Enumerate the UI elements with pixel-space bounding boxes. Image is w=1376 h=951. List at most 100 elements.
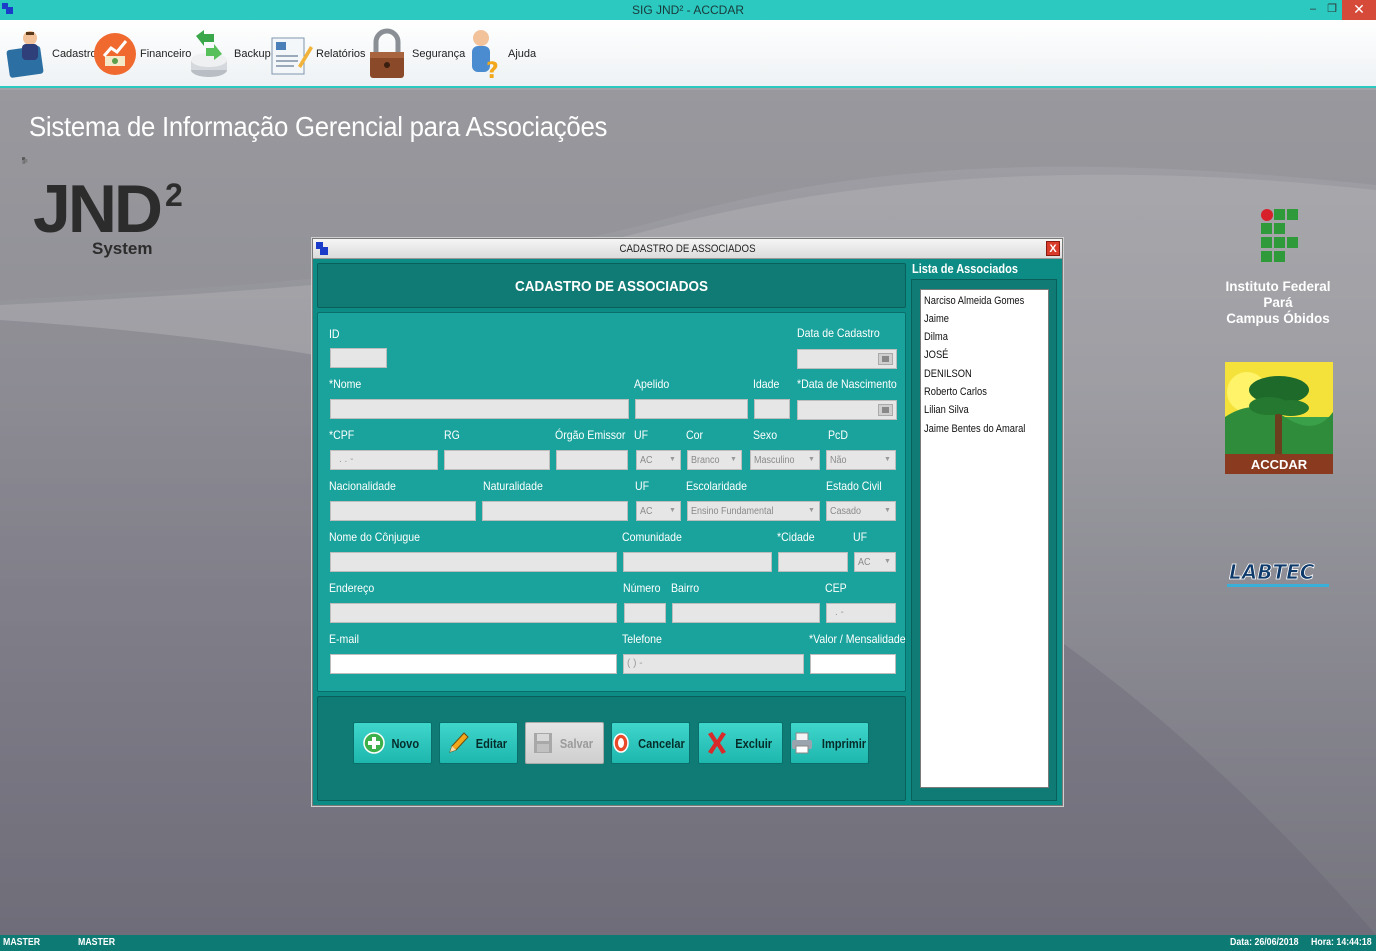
- list-item[interactable]: Dilma: [924, 331, 948, 343]
- jnd-logo-superscript: 2: [165, 177, 183, 213]
- editar-button[interactable]: Editar: [439, 722, 518, 764]
- uf-label: UF: [853, 530, 868, 544]
- sexo-value: Masculino: [754, 455, 795, 466]
- dialog-close-button[interactable]: X: [1046, 241, 1060, 256]
- sexo-select[interactable]: Masculino ▼: [750, 450, 820, 470]
- calendar-icon[interactable]: [878, 404, 893, 416]
- toolbar-item-seguranca[interactable]: Segurança: [364, 24, 465, 84]
- endereco-field[interactable]: [330, 603, 617, 623]
- padlock-icon: [370, 28, 404, 78]
- toolbar-item-cadastro[interactable]: Cadastro: [4, 24, 97, 84]
- labtec-logo: LABTEC: [1227, 560, 1329, 587]
- excluir-button[interactable]: Excluir: [698, 722, 783, 764]
- close-button[interactable]: ✕: [1342, 0, 1376, 20]
- sexo-label: Sexo: [753, 428, 778, 442]
- floppy-disk-icon: [533, 733, 552, 753]
- list-item[interactable]: Jaime: [924, 313, 949, 325]
- uf-value: AC: [640, 455, 653, 466]
- list-item[interactable]: Roberto Carlos: [924, 386, 987, 398]
- imprimir-button[interactable]: Imprimir: [790, 722, 869, 764]
- email-label: E-mail: [329, 632, 359, 646]
- minimize-button[interactable]: ‒: [1303, 0, 1323, 20]
- list-item[interactable]: Lilian Silva: [924, 404, 969, 416]
- list-item[interactable]: DENILSON: [924, 368, 972, 380]
- bairro-label: Bairro: [671, 581, 700, 595]
- naturalidade-field[interactable]: [482, 501, 628, 521]
- calendar-icon[interactable]: [878, 353, 893, 365]
- list-item[interactable]: Narciso Almeida Gomes: [924, 295, 1024, 307]
- cidade-field[interactable]: [778, 552, 848, 572]
- escolaridade-select[interactable]: Ensino Fundamental ▼: [687, 501, 820, 521]
- uf-select[interactable]: AC ▼: [854, 552, 896, 572]
- cidade-label: *Cidade: [777, 530, 815, 544]
- uf-label: UF: [634, 428, 649, 442]
- data-nascimento-label: *Data de Nascimento: [797, 377, 897, 391]
- data-cadastro-field[interactable]: [797, 349, 897, 369]
- dialog-title-bar[interactable]: CADASTRO DE ASSOCIADOS X: [313, 239, 1062, 259]
- estado-civil-select[interactable]: Casado ▼: [826, 501, 896, 521]
- accdar-logo-text: ACCDAR: [1251, 457, 1308, 472]
- printer-icon: [791, 732, 812, 754]
- valor-field[interactable]: [810, 654, 896, 674]
- toolbar-item-financeiro[interactable]: Financeiro: [92, 24, 191, 84]
- status-user-secondary: MASTER: [78, 937, 116, 948]
- form-heading: CADASTRO DE ASSOCIADOS: [514, 278, 709, 295]
- institution-line: Campus Óbidos: [1226, 311, 1330, 326]
- toolbar-item-backup[interactable]: Backup: [186, 24, 271, 84]
- uf-select[interactable]: AC ▼: [636, 450, 681, 470]
- toolbar-item-relatorios[interactable]: Relatórios: [268, 24, 366, 84]
- help-user-icon: ?: [472, 30, 499, 82]
- conjugue-label: Nome do Cônjugue: [329, 530, 420, 544]
- form-panel: ID Data de Cadastro *Nome Apelido Idade …: [317, 312, 906, 692]
- toolbar-item-ajuda[interactable]: ? Ajuda: [460, 24, 536, 84]
- nacionalidade-field[interactable]: [330, 501, 476, 521]
- nome-field[interactable]: [330, 399, 629, 419]
- rg-field[interactable]: [444, 450, 550, 470]
- toolbar-label: Backup: [234, 48, 271, 60]
- numero-field[interactable]: [624, 603, 666, 623]
- comunidade-field[interactable]: [623, 552, 772, 572]
- uf-value: AC: [640, 506, 653, 517]
- maximize-button[interactable]: ❐: [1322, 0, 1342, 20]
- cep-field[interactable]: . -: [826, 603, 896, 623]
- cpf-label: *CPF: [329, 428, 355, 442]
- uf-label: UF: [635, 479, 650, 493]
- form-header-panel: CADASTRO DE ASSOCIADOS: [317, 263, 906, 308]
- backup-drive-icon: [191, 30, 227, 77]
- lista-associados-list[interactable]: Narciso Almeida Gomes Jaime Dilma JOSÉ D…: [920, 289, 1049, 788]
- jnd-logo-subtitle: System: [92, 239, 153, 258]
- telefone-field[interactable]: ( ) -: [623, 654, 804, 674]
- cpf-field[interactable]: . . -: [330, 450, 438, 470]
- uf-value: AC: [858, 557, 871, 568]
- pcd-select[interactable]: Não ▼: [826, 450, 896, 470]
- apelido-field[interactable]: [635, 399, 748, 419]
- chevron-down-icon: ▼: [730, 456, 737, 463]
- bairro-field[interactable]: [672, 603, 820, 623]
- telefone-label: Telefone: [622, 632, 662, 646]
- orgao-emissor-field[interactable]: [556, 450, 628, 470]
- cancelar-button[interactable]: Cancelar: [611, 722, 690, 764]
- chevron-down-icon: ▼: [808, 456, 815, 463]
- institution-name: Instituto Federal Pará Campus Óbidos: [1210, 279, 1346, 327]
- list-item[interactable]: JOSÉ: [924, 349, 948, 361]
- novo-button[interactable]: Novo: [353, 722, 432, 764]
- uf-select[interactable]: AC ▼: [636, 501, 681, 521]
- id-field[interactable]: [330, 348, 387, 368]
- institution-line: Instituto Federal: [1225, 279, 1331, 294]
- pcd-label: PcD: [828, 428, 848, 442]
- idade-field[interactable]: [754, 399, 790, 419]
- chevron-down-icon: ▼: [669, 456, 676, 463]
- salvar-button[interactable]: Salvar: [525, 722, 604, 764]
- cor-select[interactable]: Branco ▼: [687, 450, 742, 470]
- list-item[interactable]: Jaime Bentes do Amaral: [924, 423, 1025, 435]
- conjugue-field[interactable]: [330, 552, 617, 572]
- email-field[interactable]: [330, 654, 617, 674]
- estado-civil-value: Casado: [830, 506, 862, 517]
- delete-x-icon: [707, 732, 726, 754]
- title-bar: SIG JND² - ACCDAR ‒ ❐ ✕: [0, 0, 1376, 20]
- cor-value: Branco: [691, 455, 720, 466]
- valor-label: *Valor / Mensalidade: [809, 632, 906, 646]
- cep-mask: . -: [835, 607, 844, 618]
- excluir-label: Excluir: [735, 735, 772, 751]
- data-nascimento-field[interactable]: [797, 400, 897, 420]
